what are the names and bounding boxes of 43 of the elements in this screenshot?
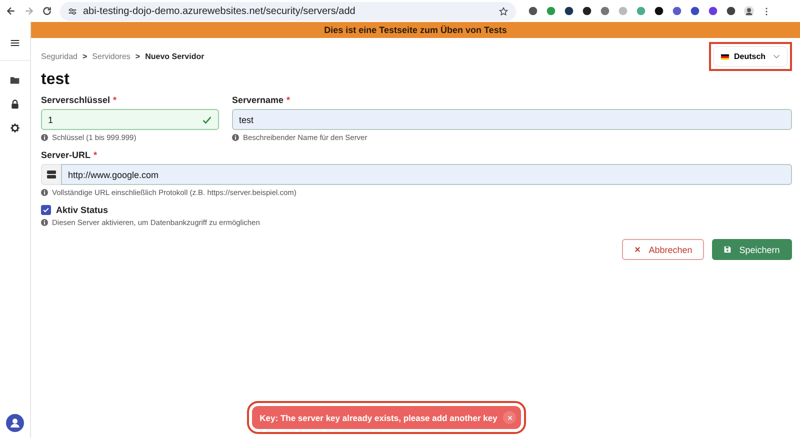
input-field[interactable]: http://www.google.com: [61, 164, 792, 185]
site-settings-icon[interactable]: [68, 6, 77, 16]
info-icon: [41, 134, 48, 141]
avatar-icon[interactable]: [744, 6, 754, 16]
toast-message: Key: The server key already exists, please add another key: [260, 412, 498, 422]
field-label: Servername: [232, 95, 284, 105]
info-icon: [41, 189, 48, 196]
close-icon: [634, 246, 641, 253]
breadcrumb-separator: >: [82, 52, 88, 61]
field-label: Serverschlüssel: [41, 95, 110, 105]
folder-icon[interactable]: [10, 75, 20, 85]
flag-icon: [721, 54, 729, 60]
required-mark: *: [94, 150, 98, 160]
back-icon[interactable]: [6, 6, 16, 16]
info-icon: [232, 134, 239, 141]
breadcrumb-item[interactable]: Servidores: [92, 52, 130, 61]
breadcrumb-item[interactable]: Seguridad: [41, 52, 78, 61]
language-select[interactable]: Deutsch: [713, 46, 788, 67]
required-mark: *: [286, 95, 290, 105]
server-icon: [47, 170, 56, 179]
field-label: Server-URL: [41, 150, 91, 160]
save-button[interactable]: Speichern: [712, 239, 792, 260]
chevron-down-icon: [773, 54, 780, 59]
checkbox-label: Aktiv Status: [56, 205, 108, 215]
checkbox[interactable]: [41, 205, 51, 215]
gear-icon[interactable]: [10, 123, 20, 133]
breadcrumb-separator: >: [135, 52, 140, 61]
required-mark: *: [113, 95, 117, 105]
page-title: test: [41, 71, 70, 89]
user-avatar-icon[interactable]: [6, 414, 24, 432]
reload-icon[interactable]: [42, 6, 52, 16]
check-icon: [202, 114, 212, 124]
breadcrumb-item: Nuevo Servidor: [145, 52, 204, 61]
lock-icon[interactable]: [10, 99, 20, 109]
cancel-button[interactable]: Abbrechen: [622, 239, 704, 260]
input-field[interactable]: test: [232, 109, 792, 130]
info-icon: [41, 219, 48, 226]
address-bar[interactable]: abi-testing-dojo-demo.azurewebsites.net/security/servers/add: [60, 2, 516, 20]
close-icon: [506, 414, 513, 420]
input-field[interactable]: 1: [41, 109, 219, 130]
star-icon[interactable]: [499, 6, 508, 16]
menu-icon[interactable]: [10, 38, 20, 48]
test-site-banner: Dies ist eine Testseite zum Üben von Tests: [31, 22, 800, 38]
